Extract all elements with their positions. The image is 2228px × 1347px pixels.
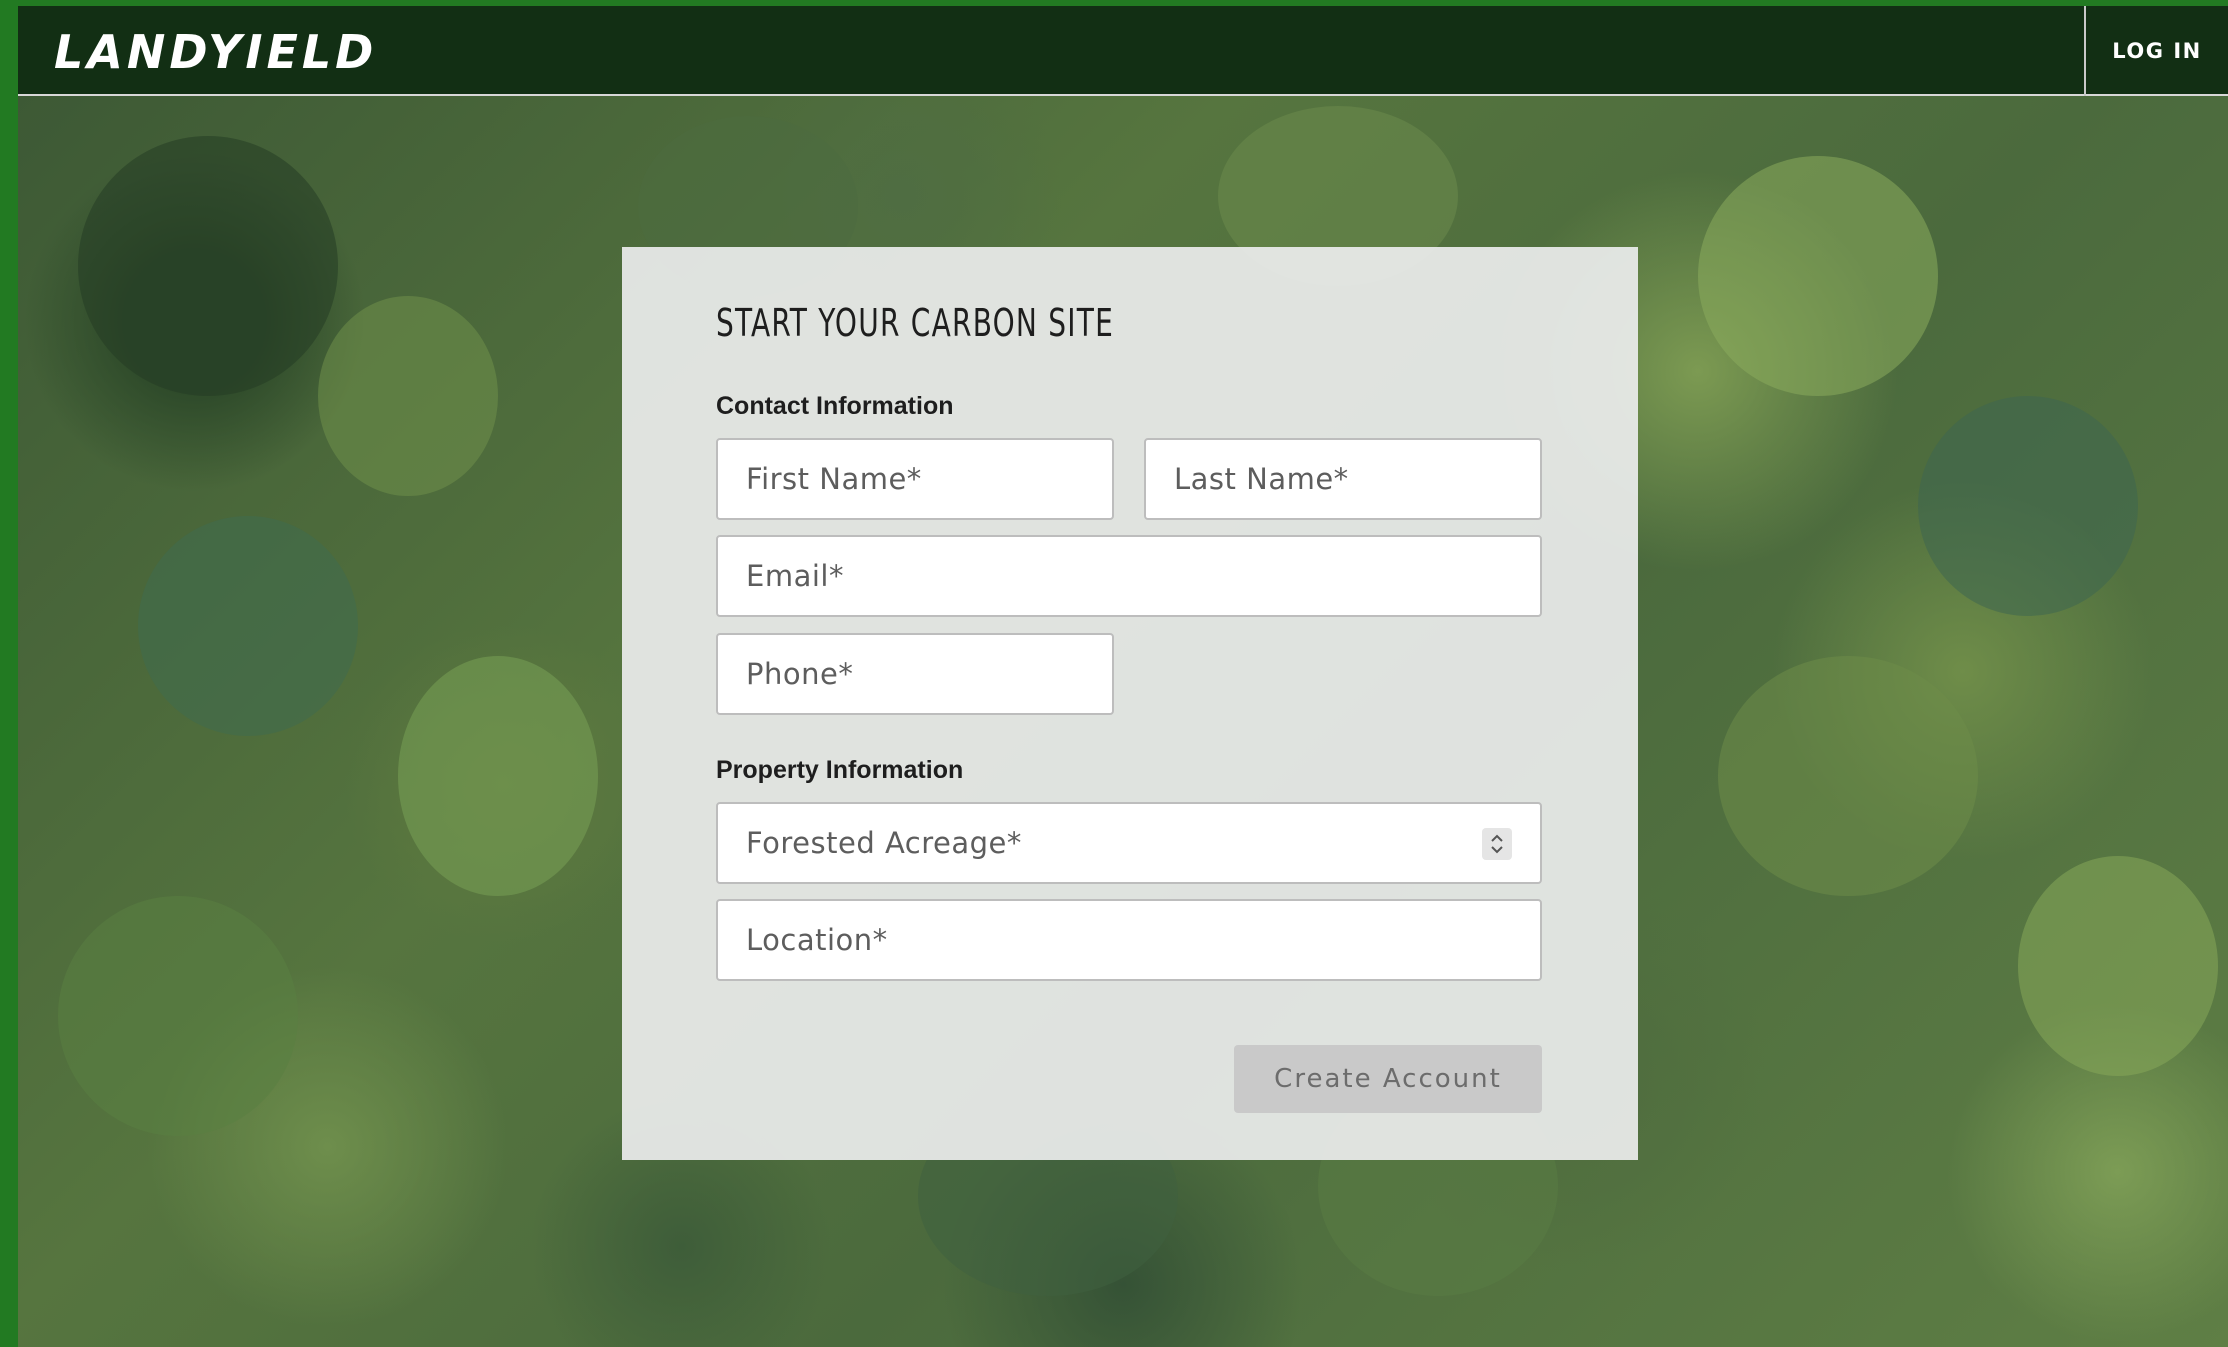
location-field[interactable]: Location*: [716, 899, 1542, 981]
form-title: START YOUR CARBON SITE: [716, 301, 1115, 345]
first-name-placeholder: First Name*: [746, 462, 922, 496]
contact-section-label: Contact Information: [716, 392, 954, 420]
up-down-chevron-icon[interactable]: [1482, 828, 1512, 860]
last-name-placeholder: Last Name*: [1174, 462, 1349, 496]
forested-acreage-field[interactable]: Forested Acreage*: [716, 802, 1542, 884]
top-navbar: LANDYIELD LOG IN: [18, 6, 2228, 96]
create-account-button[interactable]: Create Account: [1234, 1045, 1542, 1113]
email-field[interactable]: Email*: [716, 535, 1542, 617]
location-placeholder: Location*: [746, 923, 888, 957]
first-name-field[interactable]: First Name*: [716, 438, 1114, 520]
property-section-label: Property Information: [716, 756, 964, 784]
phone-placeholder: Phone*: [746, 657, 854, 691]
landyield-logo[interactable]: LANDYIELD: [54, 24, 377, 80]
login-button[interactable]: LOG IN: [2086, 6, 2228, 96]
last-name-field[interactable]: Last Name*: [1144, 438, 1542, 520]
phone-field[interactable]: Phone*: [716, 633, 1114, 715]
signup-form-card: START YOUR CARBON SITE Contact Informati…: [622, 247, 1638, 1160]
email-placeholder: Email*: [746, 559, 844, 593]
forested-acreage-placeholder: Forested Acreage*: [746, 826, 1022, 860]
